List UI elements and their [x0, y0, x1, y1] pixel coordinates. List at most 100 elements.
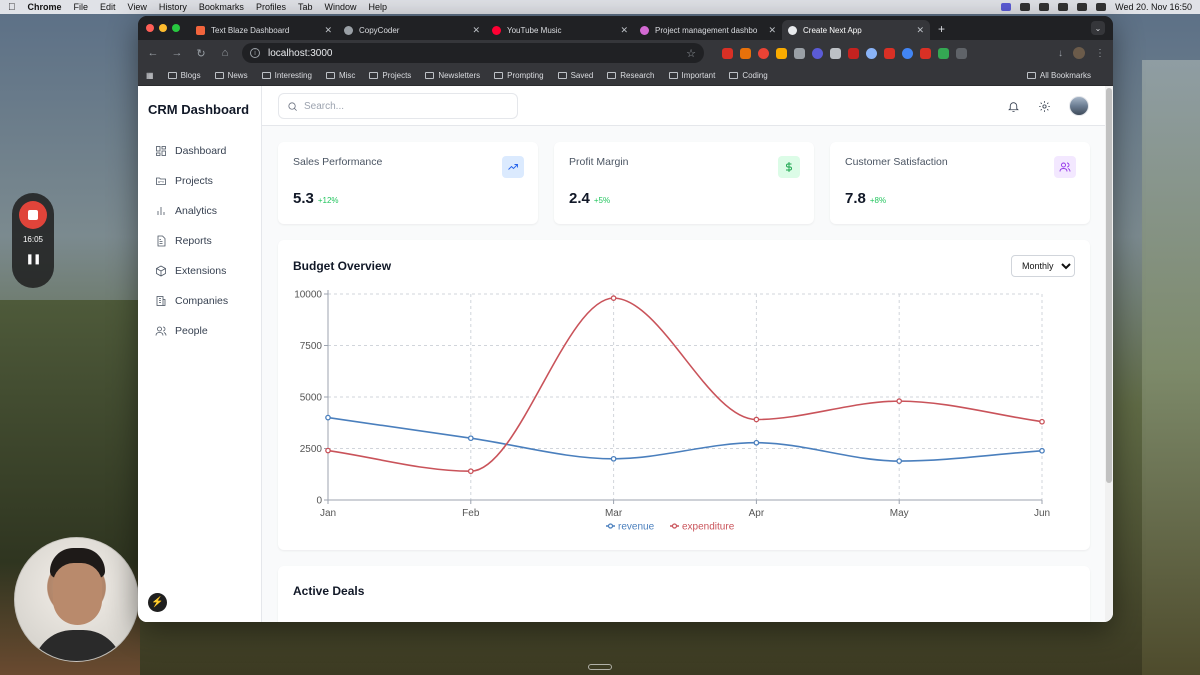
menu-profiles[interactable]: Profiles — [256, 2, 286, 12]
minimize-window-button[interactable] — [159, 24, 167, 32]
bookmark-label: Newsletters — [438, 71, 481, 80]
tab-youtube-music[interactable]: YouTube Music ✕ — [486, 20, 634, 40]
extension-icon[interactable] — [884, 47, 895, 59]
apple-icon[interactable]:  — [8, 2, 16, 13]
search-icon[interactable] — [1096, 3, 1107, 11]
tab-title: Create Next App — [803, 25, 862, 35]
menu-bookmarks[interactable]: Bookmarks — [199, 2, 244, 12]
bookmark-important[interactable]: Important — [668, 71, 716, 80]
extension-icon[interactable] — [776, 47, 787, 59]
bookmark-star-icon[interactable]: ☆ — [686, 47, 696, 60]
tab-create-next-app[interactable]: Create Next App ✕ — [782, 20, 930, 40]
extension-icon[interactable] — [722, 47, 733, 59]
tab-search-chevron-icon[interactable]: ⌄ — [1091, 21, 1105, 35]
forward-icon[interactable]: → — [170, 47, 184, 59]
webcam-overlay — [14, 537, 139, 662]
extension-icon[interactable] — [866, 47, 877, 59]
tab-project-management[interactable]: Project management dashbo ✕ — [634, 20, 782, 40]
x-tick-label: Mar — [605, 508, 623, 519]
sidebar-nav: Dashboard Projects Analytics Reports Ext… — [138, 136, 261, 346]
menu-app-name[interactable]: Chrome — [28, 2, 62, 12]
extension-icon[interactable] — [920, 47, 931, 59]
y-tick-label: 7500 — [300, 341, 323, 352]
extension-icon[interactable] — [830, 47, 841, 59]
menu-edit[interactable]: Edit — [100, 2, 116, 12]
card-value-number: 5.3 — [293, 190, 314, 207]
sidebar-item-dashboard[interactable]: Dashboard — [155, 136, 261, 166]
period-select[interactable]: Monthly — [1011, 255, 1075, 277]
menu-window[interactable]: Window — [324, 2, 356, 12]
scrollbar-thumb[interactable] — [1106, 88, 1112, 483]
header-actions — [1007, 96, 1089, 116]
puzzle-icon[interactable] — [956, 47, 967, 59]
tab-text-blaze[interactable]: Text Blaze Dashboard ✕ — [190, 20, 338, 40]
menu-history[interactable]: History — [159, 2, 187, 12]
extension-icon[interactable] — [848, 47, 859, 59]
bell-icon[interactable] — [1007, 100, 1020, 113]
extension-icon[interactable] — [758, 47, 769, 59]
new-tab-icon[interactable]: + — [938, 22, 945, 36]
address-bar[interactable]: i localhost:3000 ☆ — [242, 43, 704, 63]
extension-icon[interactable] — [740, 47, 751, 59]
all-bookmarks[interactable]: All Bookmarks — [1026, 71, 1091, 80]
user-avatar[interactable] — [1069, 96, 1089, 116]
bookmark-saved[interactable]: Saved — [557, 71, 593, 80]
kebab-menu-icon[interactable]: ⋮ — [1095, 48, 1105, 59]
close-tab-icon[interactable]: ✕ — [324, 25, 332, 36]
extension-icon[interactable] — [902, 47, 913, 59]
sidebar-item-label: Companies — [175, 295, 229, 307]
menu-tab[interactable]: Tab — [298, 2, 313, 12]
site-info-icon[interactable]: i — [250, 48, 260, 58]
data-point-revenue — [610, 455, 617, 462]
bookmark-misc[interactable]: Misc — [325, 71, 355, 80]
screen-share-icon[interactable] — [1001, 3, 1012, 11]
download-icon[interactable]: ↓ — [1058, 48, 1063, 59]
profile-avatar[interactable] — [1073, 47, 1085, 59]
apps-grid-icon[interactable]: ▦ — [146, 71, 154, 80]
bookmark-label: Important — [681, 71, 716, 80]
card-value-number: 7.8 — [845, 190, 866, 207]
extension-icon[interactable] — [812, 47, 823, 59]
sidebar-item-people[interactable]: People — [155, 316, 261, 346]
home-icon[interactable]: ⌂ — [218, 47, 232, 59]
back-icon[interactable]: ← — [146, 47, 160, 59]
tab-copycoder[interactable]: CopyCoder ✕ — [338, 20, 486, 40]
bookmark-blogs[interactable]: Blogs — [167, 71, 201, 80]
extension-icon[interactable] — [794, 47, 805, 59]
bookmark-interesting[interactable]: Interesting — [261, 71, 312, 80]
close-tab-icon[interactable]: ✕ — [472, 25, 480, 36]
extension-icon[interactable] — [938, 47, 949, 59]
menu-view[interactable]: View — [128, 2, 147, 12]
zoom-window-button[interactable] — [172, 24, 180, 32]
gear-icon[interactable] — [1039, 3, 1050, 11]
menu-file[interactable]: File — [74, 2, 89, 12]
bookmark-coding[interactable]: Coding — [729, 71, 768, 80]
close-tab-icon[interactable]: ✕ — [768, 25, 776, 36]
bookmark-research[interactable]: Research — [607, 71, 655, 80]
search-input[interactable] — [304, 100, 504, 112]
close-window-button[interactable] — [146, 24, 154, 32]
sidebar-item-projects[interactable]: Projects — [155, 166, 261, 196]
bookmark-news[interactable]: News — [214, 71, 248, 80]
sidebar-item-reports[interactable]: Reports — [155, 226, 261, 256]
pause-icon[interactable]: ❚❚ — [26, 254, 42, 265]
scrollbar[interactable] — [1105, 86, 1113, 622]
close-tab-icon[interactable]: ✕ — [916, 25, 924, 36]
reload-icon[interactable]: ↻ — [194, 47, 208, 60]
wifi-icon[interactable] — [1077, 3, 1088, 11]
stats-icon[interactable] — [1020, 3, 1031, 11]
settings-gear-icon[interactable] — [1038, 100, 1051, 113]
menu-help[interactable]: Help — [368, 2, 387, 12]
close-tab-icon[interactable]: ✕ — [620, 25, 628, 36]
bookmark-projects[interactable]: Projects — [369, 71, 411, 80]
clock[interactable]: Wed 20. Nov 16:50 — [1115, 2, 1192, 12]
sidebar-item-companies[interactable]: Companies — [155, 286, 261, 316]
lightning-icon[interactable]: ⚡ — [148, 593, 167, 612]
bookmark-prompting[interactable]: Prompting — [494, 71, 544, 80]
bookmark-newsletters[interactable]: Newsletters — [425, 71, 480, 80]
folder-icon — [607, 72, 617, 79]
sidebar-item-extensions[interactable]: Extensions — [155, 256, 261, 286]
stop-recording-button[interactable] — [19, 201, 47, 229]
sidebar-item-analytics[interactable]: Analytics — [155, 196, 261, 226]
battery-icon[interactable] — [1058, 3, 1069, 11]
